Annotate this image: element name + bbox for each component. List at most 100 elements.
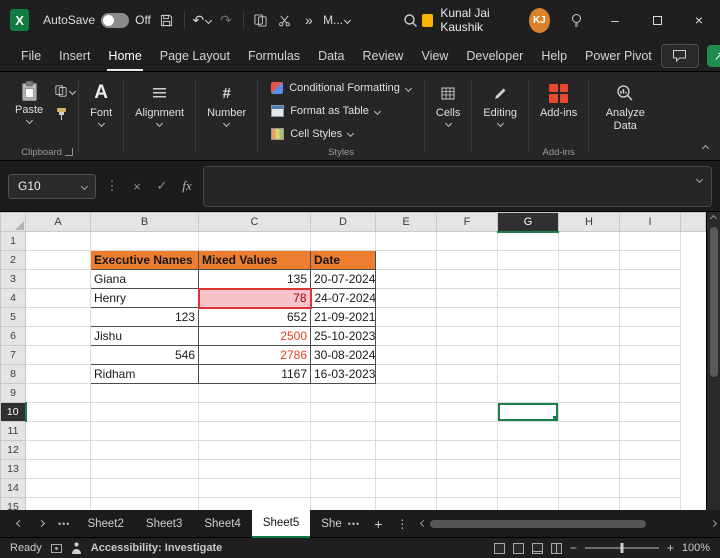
scroll-right-arrow-icon[interactable] <box>709 519 718 528</box>
cell-D2[interactable]: Date <box>310 250 376 270</box>
column-header-I[interactable]: I <box>619 212 681 232</box>
column-header-A[interactable]: A <box>25 212 91 232</box>
row-header-12[interactable]: 12 <box>0 440 26 460</box>
cell-H4[interactable] <box>558 288 620 308</box>
cell-A8[interactable] <box>25 364 91 384</box>
cell-E13[interactable] <box>375 459 437 479</box>
cell-A14[interactable] <box>25 478 91 498</box>
search-button[interactable] <box>398 7 422 33</box>
cell-D12[interactable] <box>310 440 376 460</box>
cell-A7[interactable] <box>25 345 91 365</box>
cell-A1[interactable] <box>25 231 91 251</box>
comments-button[interactable] <box>660 43 699 68</box>
column-header-E[interactable]: E <box>375 212 437 232</box>
cell-G8[interactable] <box>497 364 559 384</box>
cell-G7[interactable] <box>497 345 559 365</box>
tab-view[interactable]: View <box>412 41 457 71</box>
row-header-2[interactable]: 2 <box>0 250 26 270</box>
cell-D5[interactable]: 21-09-2021 <box>310 307 376 327</box>
cell-D15[interactable] <box>310 497 376 510</box>
horizontal-scrollbar[interactable] <box>420 518 718 530</box>
cell-F4[interactable] <box>436 288 498 308</box>
cell-H2[interactable] <box>558 250 620 270</box>
cell-D6[interactable]: 25-10-2023 <box>310 326 376 346</box>
cell-I12[interactable] <box>619 440 681 460</box>
cell-H10[interactable] <box>558 402 620 422</box>
cell-D13[interactable] <box>310 459 376 479</box>
cell-E10[interactable] <box>375 402 437 422</box>
cell-F1[interactable] <box>436 231 498 251</box>
cell-D7[interactable]: 30-08-2024 <box>310 345 376 365</box>
cell-D11[interactable] <box>310 421 376 441</box>
cell-I2[interactable] <box>619 250 681 270</box>
cell-G2[interactable] <box>497 250 559 270</box>
cell-C10[interactable] <box>198 402 311 422</box>
cell-G1[interactable] <box>497 231 559 251</box>
tab-page-layout[interactable]: Page Layout <box>151 41 239 71</box>
paste-button[interactable]: Paste <box>8 78 50 125</box>
row-header-11[interactable]: 11 <box>0 421 26 441</box>
cell-B14[interactable] <box>90 478 199 498</box>
cell-G11[interactable] <box>497 421 559 441</box>
cell-I11[interactable] <box>619 421 681 441</box>
cell-D10[interactable] <box>310 402 376 422</box>
cell-F12[interactable] <box>436 440 498 460</box>
tab-help[interactable]: Help <box>532 41 576 71</box>
cell-F14[interactable] <box>436 478 498 498</box>
row-header-5[interactable]: 5 <box>0 307 26 327</box>
cell-F8[interactable] <box>436 364 498 384</box>
horizontal-scroll-thumb[interactable] <box>430 519 647 528</box>
number-button[interactable]: # Number <box>199 76 254 128</box>
cell-H13[interactable] <box>558 459 620 479</box>
format-as-table-button[interactable]: Format as Table <box>271 100 381 123</box>
sheet-tab-sheet4[interactable]: Sheet4 <box>193 510 251 538</box>
cell-I1[interactable] <box>619 231 681 251</box>
column-header-D[interactable]: D <box>310 212 376 232</box>
cells-button[interactable]: Cells <box>428 76 468 128</box>
row-header-6[interactable]: 6 <box>0 326 26 346</box>
cell-B9[interactable] <box>90 383 199 403</box>
insert-function-button[interactable]: fx <box>178 178 196 194</box>
cell-F6[interactable] <box>436 326 498 346</box>
sheet-overflow-left-icon[interactable]: ••• <box>52 519 76 529</box>
cell-E3[interactable] <box>375 269 437 289</box>
cell-I6[interactable] <box>619 326 681 346</box>
cell-G14[interactable] <box>497 478 559 498</box>
cell-B10[interactable] <box>90 402 199 422</box>
cell-I5[interactable] <box>619 307 681 327</box>
cell-H11[interactable] <box>558 421 620 441</box>
cell-B13[interactable] <box>90 459 199 479</box>
excel-logo-icon[interactable]: X <box>10 9 30 31</box>
row-header-13[interactable]: 13 <box>0 459 26 479</box>
cell-B6[interactable]: Jishu <box>90 326 199 346</box>
select-all-button[interactable] <box>0 212 26 232</box>
cell-F3[interactable] <box>436 269 498 289</box>
cell-E14[interactable] <box>375 478 437 498</box>
cell-C2[interactable]: Mixed Values <box>198 250 311 270</box>
tell-me-button[interactable] <box>564 7 588 33</box>
column-header-B[interactable]: B <box>90 212 199 232</box>
macro-record-icon[interactable] <box>50 543 62 553</box>
tab-insert[interactable]: Insert <box>50 41 99 71</box>
format-painter-button[interactable] <box>55 107 75 121</box>
cell-B11[interactable] <box>90 421 199 441</box>
cell-G15[interactable] <box>497 497 559 510</box>
cell-B2[interactable]: Executive Names <box>90 250 199 270</box>
cell-H3[interactable] <box>558 269 620 289</box>
analyze-data-button[interactable]: Analyze Data <box>592 76 658 132</box>
addins-button[interactable]: Add-ins <box>532 76 585 119</box>
cell-F5[interactable] <box>436 307 498 327</box>
tab-file[interactable]: File <box>12 41 50 71</box>
vertical-scroll-thumb[interactable] <box>709 227 718 377</box>
cell-F2[interactable] <box>436 250 498 270</box>
normal-view-icon[interactable] <box>512 542 524 554</box>
share-button[interactable]: ↗ <box>706 44 720 67</box>
account-area[interactable]: Kunal Jai Kaushik KJ <box>422 6 550 34</box>
formula-bar-expand-chevron-icon[interactable] <box>695 175 704 183</box>
row-header-3[interactable]: 3 <box>0 269 26 289</box>
cell-C3[interactable]: 135 <box>198 269 311 289</box>
editing-button[interactable]: Editing <box>475 76 525 128</box>
sheet-menu-dots-icon[interactable]: ⋮ <box>390 517 415 531</box>
cell-E8[interactable] <box>375 364 437 384</box>
cell-B7[interactable]: 546 <box>90 345 199 365</box>
